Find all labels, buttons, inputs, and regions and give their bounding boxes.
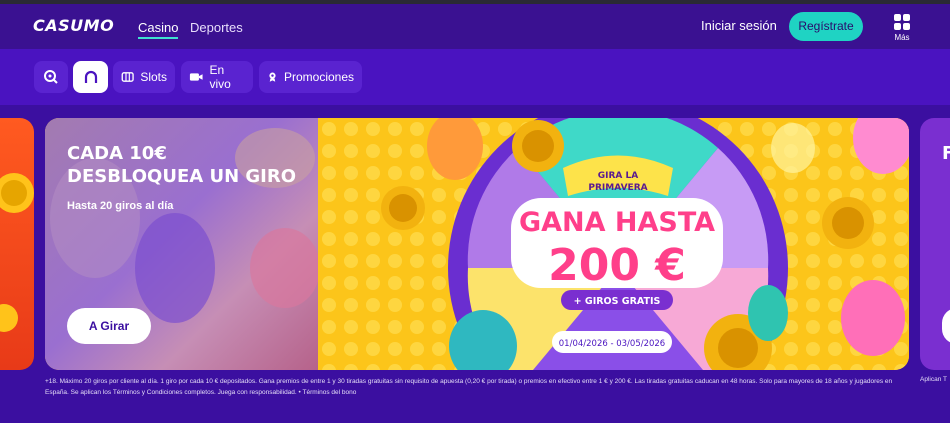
subnav-live-button[interactable]: En vivo xyxy=(181,61,253,93)
nav-casino-label: Casino xyxy=(138,20,179,35)
carousel-prev-card[interactable] xyxy=(0,118,34,370)
promo-card-text-panel: CADA 10€ DESBLOQUEA UN GIRO Hasta 20 gir… xyxy=(45,118,318,370)
more-menu-button[interactable]: Más xyxy=(890,14,914,42)
subnav-promotions-label: Promociones xyxy=(283,70,354,84)
top-header: CASUMO Casino Deportes Iniciar sesión Re… xyxy=(0,4,950,49)
login-link[interactable]: Iniciar sesión xyxy=(701,18,777,33)
spin-cta-button[interactable]: A Girar xyxy=(67,308,151,344)
subnav-slots-button[interactable]: Slots xyxy=(113,61,175,93)
grid-icon xyxy=(890,14,914,30)
wheel-tag-line1: GIRA LA xyxy=(598,171,638,181)
promo-title: CADA 10€ DESBLOQUEA UN GIRO xyxy=(67,143,297,187)
bonus-label: + GIROS GRATIS xyxy=(574,296,661,307)
wheel-tag-line2: PRIMAVERA xyxy=(588,183,647,193)
more-label: Más xyxy=(894,33,910,42)
subnav-promotions-button[interactable]: Promociones xyxy=(259,61,362,93)
category-subnav: Slots En vivo Promociones xyxy=(0,49,950,105)
promo-card-artwork: GIRA LA PRIMAVERA GANA HASTA 200 € + GIR… xyxy=(318,118,909,370)
subnav-slots-label: Slots xyxy=(140,70,167,84)
register-button[interactable]: Regístrate xyxy=(789,12,863,41)
slots-icon xyxy=(121,72,134,82)
active-underline xyxy=(138,37,179,39)
next-card-cta xyxy=(942,308,950,344)
spring-wheel-art: GIRA LA PRIMAVERA GANA HASTA 200 € + GIR… xyxy=(318,118,909,370)
headline-gana-hasta: GANA HASTA xyxy=(519,207,715,238)
video-camera-icon xyxy=(189,73,203,81)
casumo-logo[interactable]: CASUMO xyxy=(33,16,114,35)
nav-casino-link[interactable]: Casino xyxy=(138,20,179,39)
promo-carousel: CADA 10€ DESBLOQUEA UN GIRO Hasta 20 gir… xyxy=(0,118,950,370)
gift-gear-icon xyxy=(269,72,276,82)
next-card-title-fragment: F xyxy=(942,143,950,164)
nav-deportes-link[interactable]: Deportes xyxy=(190,20,243,35)
subnav-home-button[interactable] xyxy=(73,61,108,93)
headline-amount: 200 € xyxy=(548,240,686,291)
next-card-terms-fragment: Aplican T xyxy=(920,376,947,383)
promo-card[interactable]: CADA 10€ DESBLOQUEA UN GIRO Hasta 20 gir… xyxy=(45,118,909,370)
coin-decoration xyxy=(0,173,34,332)
terms-text: +18. Máximo 20 giros por cliente al día.… xyxy=(45,378,893,396)
home-icon xyxy=(84,70,97,83)
promo-subtitle: Hasta 20 giros al día xyxy=(67,200,174,212)
search-game-icon xyxy=(44,70,58,84)
carousel-next-card[interactable]: F xyxy=(920,118,950,370)
subnav-search-button[interactable] xyxy=(34,61,68,93)
promo-dates: 01/04/2026 - 03/05/2026 xyxy=(559,339,665,349)
subnav-live-label: En vivo xyxy=(209,63,231,91)
